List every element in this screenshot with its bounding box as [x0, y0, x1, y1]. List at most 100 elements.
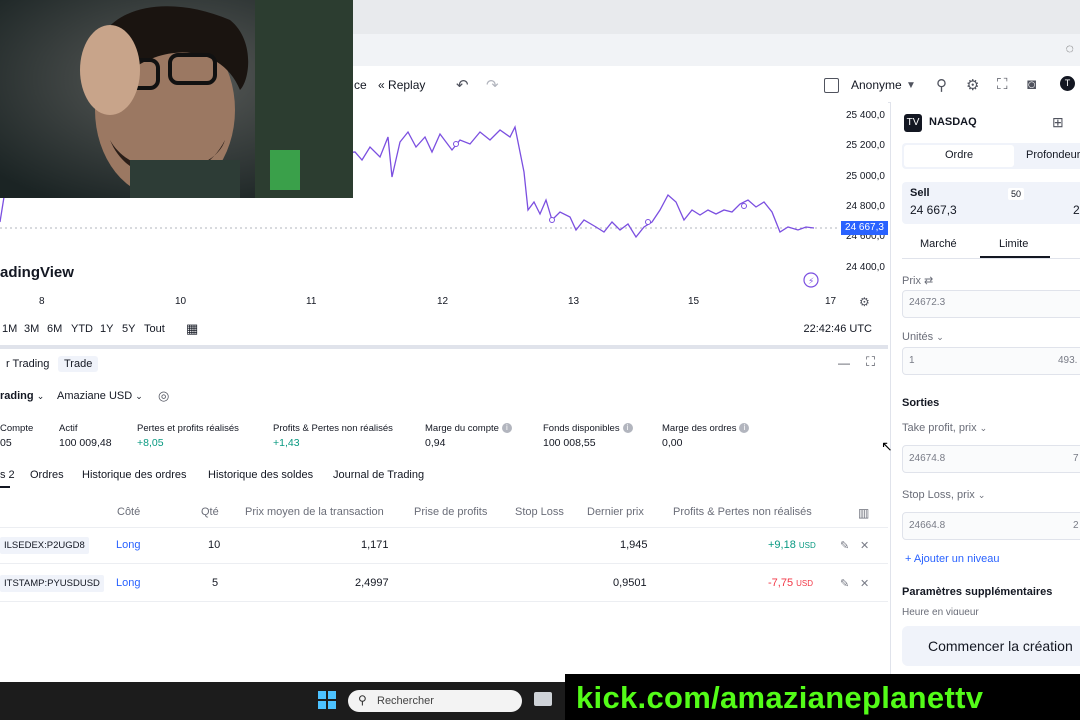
chart-settings-icon[interactable]: ⚙	[859, 295, 870, 309]
price-axis[interactable]: 25 400,0 25 200,0 25 000,0 24 800,0 24 6…	[838, 102, 888, 312]
task-view-icon[interactable]	[534, 692, 552, 706]
replay-button[interactable]: « Replay	[378, 78, 425, 92]
columns-icon[interactable]: ▥	[858, 506, 869, 520]
col-unrealized-pnl[interactable]: Profits & Pertes non réalisés	[673, 506, 812, 518]
tab-depth[interactable]: Profondeur	[1026, 149, 1080, 161]
close-icon[interactable]: ✕	[860, 577, 869, 590]
replay-icon: «	[378, 78, 385, 92]
position-symbol[interactable]: ILSEDEX:P2UGD8	[0, 537, 89, 554]
chevron-down-icon: ⌄	[979, 423, 988, 433]
col-last-price[interactable]: Dernier prix	[587, 506, 644, 518]
tab-trade[interactable]: Trade	[58, 356, 99, 372]
layout-name[interactable]: Anonyme	[851, 78, 902, 92]
subtab-balance-history[interactable]: Historique des soldes	[208, 469, 313, 481]
row-divider	[0, 563, 888, 564]
col-avg-price[interactable]: Prix moyen de la transaction	[245, 506, 384, 518]
maximize-icon[interactable]: ⛶	[866, 354, 875, 370]
account-settings-icon[interactable]: ◎	[158, 388, 169, 404]
col-take-profit[interactable]: Prise de profits	[414, 506, 487, 518]
price-tick: 24 800,0	[846, 201, 885, 212]
price-tick: 25 400,0	[846, 110, 885, 121]
range-1m[interactable]: 1M	[2, 323, 17, 335]
tp-label-text: Take profit, prix	[902, 422, 977, 434]
webcam-overlay	[0, 0, 353, 198]
position-symbol[interactable]: ITSTAMP:PYUSDUSD	[0, 575, 104, 592]
validity-label: Heure en vigueur	[902, 607, 979, 615]
swap-icon[interactable]: ⇄	[924, 275, 933, 287]
metric-label-text: Marge du compte	[425, 423, 499, 434]
time-tick: 13	[568, 296, 580, 307]
subtab-positions[interactable]: s 2	[0, 469, 15, 481]
info-icon[interactable]: i	[622, 423, 633, 434]
subtab-order-history[interactable]: Historique des ordres	[82, 469, 187, 481]
pnl-value: +9,18	[768, 539, 796, 551]
close-icon[interactable]: ✕	[860, 539, 869, 552]
position-last: 0,9501	[613, 577, 647, 589]
widgets-icon[interactable]: ⊞	[1052, 114, 1064, 131]
chevron-down-icon: ⌄	[977, 490, 986, 500]
col-qty[interactable]: Qté	[201, 506, 219, 518]
units-label[interactable]: Unités ⌄	[902, 331, 944, 343]
edit-icon[interactable]: ✎	[840, 577, 849, 590]
panel-divider[interactable]	[0, 345, 888, 349]
subtab-trading-journal[interactable]: Journal de Trading	[333, 469, 424, 481]
layout-checkbox[interactable]	[824, 78, 839, 93]
minimize-icon[interactable]: —	[838, 356, 850, 370]
price-tick: 24 400,0	[846, 262, 885, 273]
taskbar-search-placeholder: Rechercher	[377, 695, 434, 707]
position-qty: 5	[212, 577, 219, 589]
chart-clock[interactable]: 22:42:46 UTC	[804, 323, 872, 335]
tab-limit[interactable]: Limite	[999, 238, 1028, 250]
calendar-icon[interactable]: ▦	[186, 321, 198, 337]
metric-label: Compte	[0, 423, 34, 434]
sell-price: 24 667,3	[910, 203, 957, 217]
quick-search-icon[interactable]: ⚲	[936, 76, 947, 94]
chevron-down-icon: ⌄	[135, 391, 143, 401]
tab-paper-trading[interactable]: r Trading	[0, 356, 55, 372]
col-side[interactable]: Côté	[117, 506, 140, 518]
tp-label[interactable]: Take profit, prix ⌄	[902, 422, 987, 434]
windows-start-icon[interactable]	[318, 691, 336, 709]
account-mode: rading	[0, 390, 34, 402]
taskbar-search[interactable]	[348, 690, 522, 712]
units-input[interactable]	[902, 347, 1080, 375]
col-stop-loss[interactable]: Stop Loss	[515, 506, 564, 518]
redo-icon[interactable]: ↷	[486, 76, 499, 94]
fullscreen-icon[interactable]: ⛶	[997, 76, 1008, 93]
metric-label-text: Marge des ordres	[662, 423, 737, 434]
range-5y[interactable]: 5Y	[122, 323, 135, 335]
range-all[interactable]: Tout	[144, 323, 165, 335]
undo-icon[interactable]: ↶	[456, 76, 469, 94]
extra-params-heading: Paramètres supplémentaires	[902, 586, 1053, 598]
toolbar-partial-label[interactable]: ce	[354, 78, 367, 92]
eye-off-icon[interactable]: ◌	[1066, 40, 1074, 56]
chevron-down-icon[interactable]: ▼	[906, 80, 916, 91]
time-tick: 15	[688, 296, 700, 307]
position-pnl: +9,18 USD	[768, 539, 816, 551]
add-level-button[interactable]: + Ajouter un niveau	[905, 553, 1000, 565]
subtab-orders[interactable]: Ordres	[30, 469, 64, 481]
info-icon[interactable]: i	[739, 423, 750, 434]
tradingview-logo-icon[interactable]: T	[1060, 76, 1075, 91]
camera-icon[interactable]: ◙	[1027, 76, 1036, 93]
buy-price-partial[interactable]: 2	[1073, 203, 1080, 217]
search-icon: ⚲	[358, 693, 367, 707]
range-1y[interactable]: 1Y	[100, 323, 113, 335]
account-dropdown[interactable]: Amaziane USD ⌄	[57, 390, 143, 402]
range-3m[interactable]: 3M	[24, 323, 39, 335]
event-marker	[453, 141, 459, 147]
sl-label[interactable]: Stop Loss, prix ⌄	[902, 489, 985, 501]
range-6m[interactable]: 6M	[47, 323, 62, 335]
settings-icon[interactable]: ⚙	[966, 76, 979, 94]
position-pnl: -7,75 USD	[768, 577, 813, 589]
tab-market[interactable]: Marché	[920, 238, 957, 250]
divider	[902, 258, 1080, 259]
info-icon[interactable]: i	[501, 423, 512, 434]
edit-icon[interactable]: ✎	[840, 539, 849, 552]
time-tick: 12	[437, 296, 449, 307]
metric-value: 0,00	[662, 437, 683, 449]
range-ytd[interactable]: YTD	[71, 323, 93, 335]
account-mode-dropdown[interactable]: rading ⌄	[0, 390, 44, 402]
stream-overlay-text: kick.com/amazianeplanettv	[576, 680, 984, 715]
tab-order[interactable]: Ordre	[945, 149, 973, 161]
